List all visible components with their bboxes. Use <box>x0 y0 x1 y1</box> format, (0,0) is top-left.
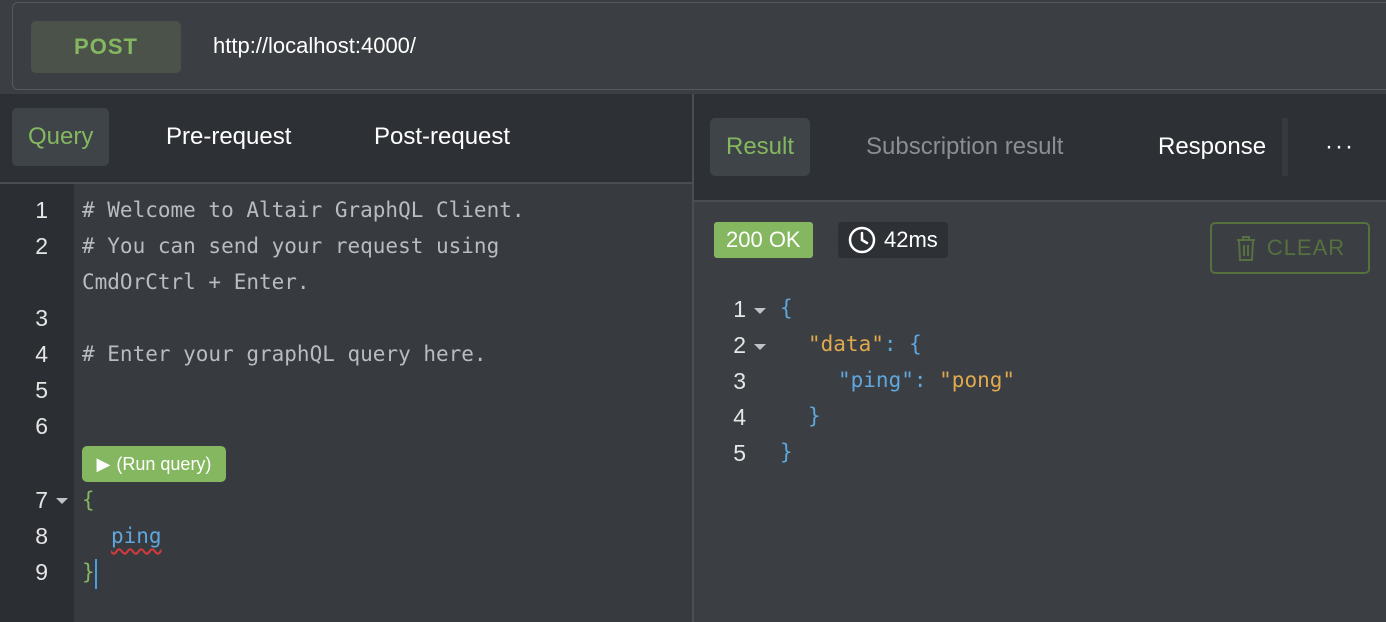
response-time: 42ms <box>838 222 948 258</box>
fold-caret-icon[interactable] <box>754 308 766 314</box>
line-number: 4 <box>733 404 746 430</box>
json-close-brace: } <box>808 404 821 428</box>
fold-caret-icon[interactable] <box>754 344 766 350</box>
play-icon: ▶ <box>96 453 111 474</box>
json-colon: : <box>883 332 910 356</box>
tab-response[interactable]: Response <box>1142 118 1282 176</box>
line-number: 8 <box>35 523 48 549</box>
line-number: 4 <box>35 341 48 367</box>
json-brace: { <box>909 332 922 356</box>
tab-subscription-result[interactable]: Subscription result <box>850 118 1079 176</box>
response-time-value: 42ms <box>884 227 938 252</box>
code-line-comment: # You can send your request using <box>82 234 500 258</box>
code-open-brace: { <box>82 488 95 512</box>
code-line-comment: # Enter your graphQL query here. <box>82 342 487 366</box>
text-cursor <box>95 559 97 589</box>
code-line-comment: CmdOrCtrl + Enter. <box>82 270 310 294</box>
tab-post-request[interactable]: Post-request <box>358 108 526 166</box>
tab-query[interactable]: Query <box>12 108 110 166</box>
line-number: 1 <box>733 296 746 322</box>
code-close-brace: } <box>82 560 95 584</box>
clear-button[interactable]: CLEAR <box>1210 222 1370 274</box>
line-number: 3 <box>35 305 48 331</box>
result-pane: Result Subscription result Response ··· … <box>694 94 1386 622</box>
url-bar: POST http://localhost:4000/ <box>12 2 1386 90</box>
line-number: 5 <box>733 440 746 466</box>
json-open-brace: { <box>780 296 793 320</box>
result-tabs: Result Subscription result Response ··· <box>694 94 1386 202</box>
run-query-button[interactable]: ▶ (Run query) <box>82 446 226 482</box>
url-input[interactable]: http://localhost:4000/ <box>213 33 416 59</box>
method-select[interactable]: POST <box>31 21 181 73</box>
line-number: 3 <box>733 368 746 394</box>
json-key-ping: "ping" <box>838 368 914 392</box>
line-number: 7 <box>35 487 48 513</box>
more-tabs-icon[interactable]: ··· <box>1282 118 1386 176</box>
tab-result[interactable]: Result <box>710 118 811 176</box>
trash-icon <box>1236 236 1255 261</box>
code-field-ping: ping <box>111 524 162 548</box>
line-number: 6 <box>35 413 48 439</box>
tab-pre-request[interactable]: Pre-request <box>150 108 307 166</box>
line-number: 1 <box>35 197 48 223</box>
fold-caret-icon[interactable] <box>56 498 68 504</box>
code-line-comment: # Welcome to Altair GraphQL Client. <box>82 198 525 222</box>
field-ping: ping <box>111 524 162 548</box>
clock-icon <box>848 226 876 254</box>
json-key-data: "data" <box>808 332 884 356</box>
json-value-pong: "pong" <box>939 368 1016 392</box>
json-line-data: "data": { <box>808 332 922 356</box>
json-line-ping: "ping": "pong" <box>838 368 1015 392</box>
status-badge: 200 OK <box>714 222 813 258</box>
json-colon: : <box>913 368 940 392</box>
clear-label: CLEAR <box>1266 235 1346 260</box>
editor-tabs: Query Pre-request Post-request <box>0 94 692 184</box>
line-number: 9 <box>35 559 48 585</box>
json-close-brace: } <box>780 440 793 464</box>
run-query-label: (Run query) <box>116 453 212 474</box>
line-number: 2 <box>733 332 746 358</box>
line-number: 2 <box>35 233 48 259</box>
line-number: 5 <box>35 377 48 403</box>
